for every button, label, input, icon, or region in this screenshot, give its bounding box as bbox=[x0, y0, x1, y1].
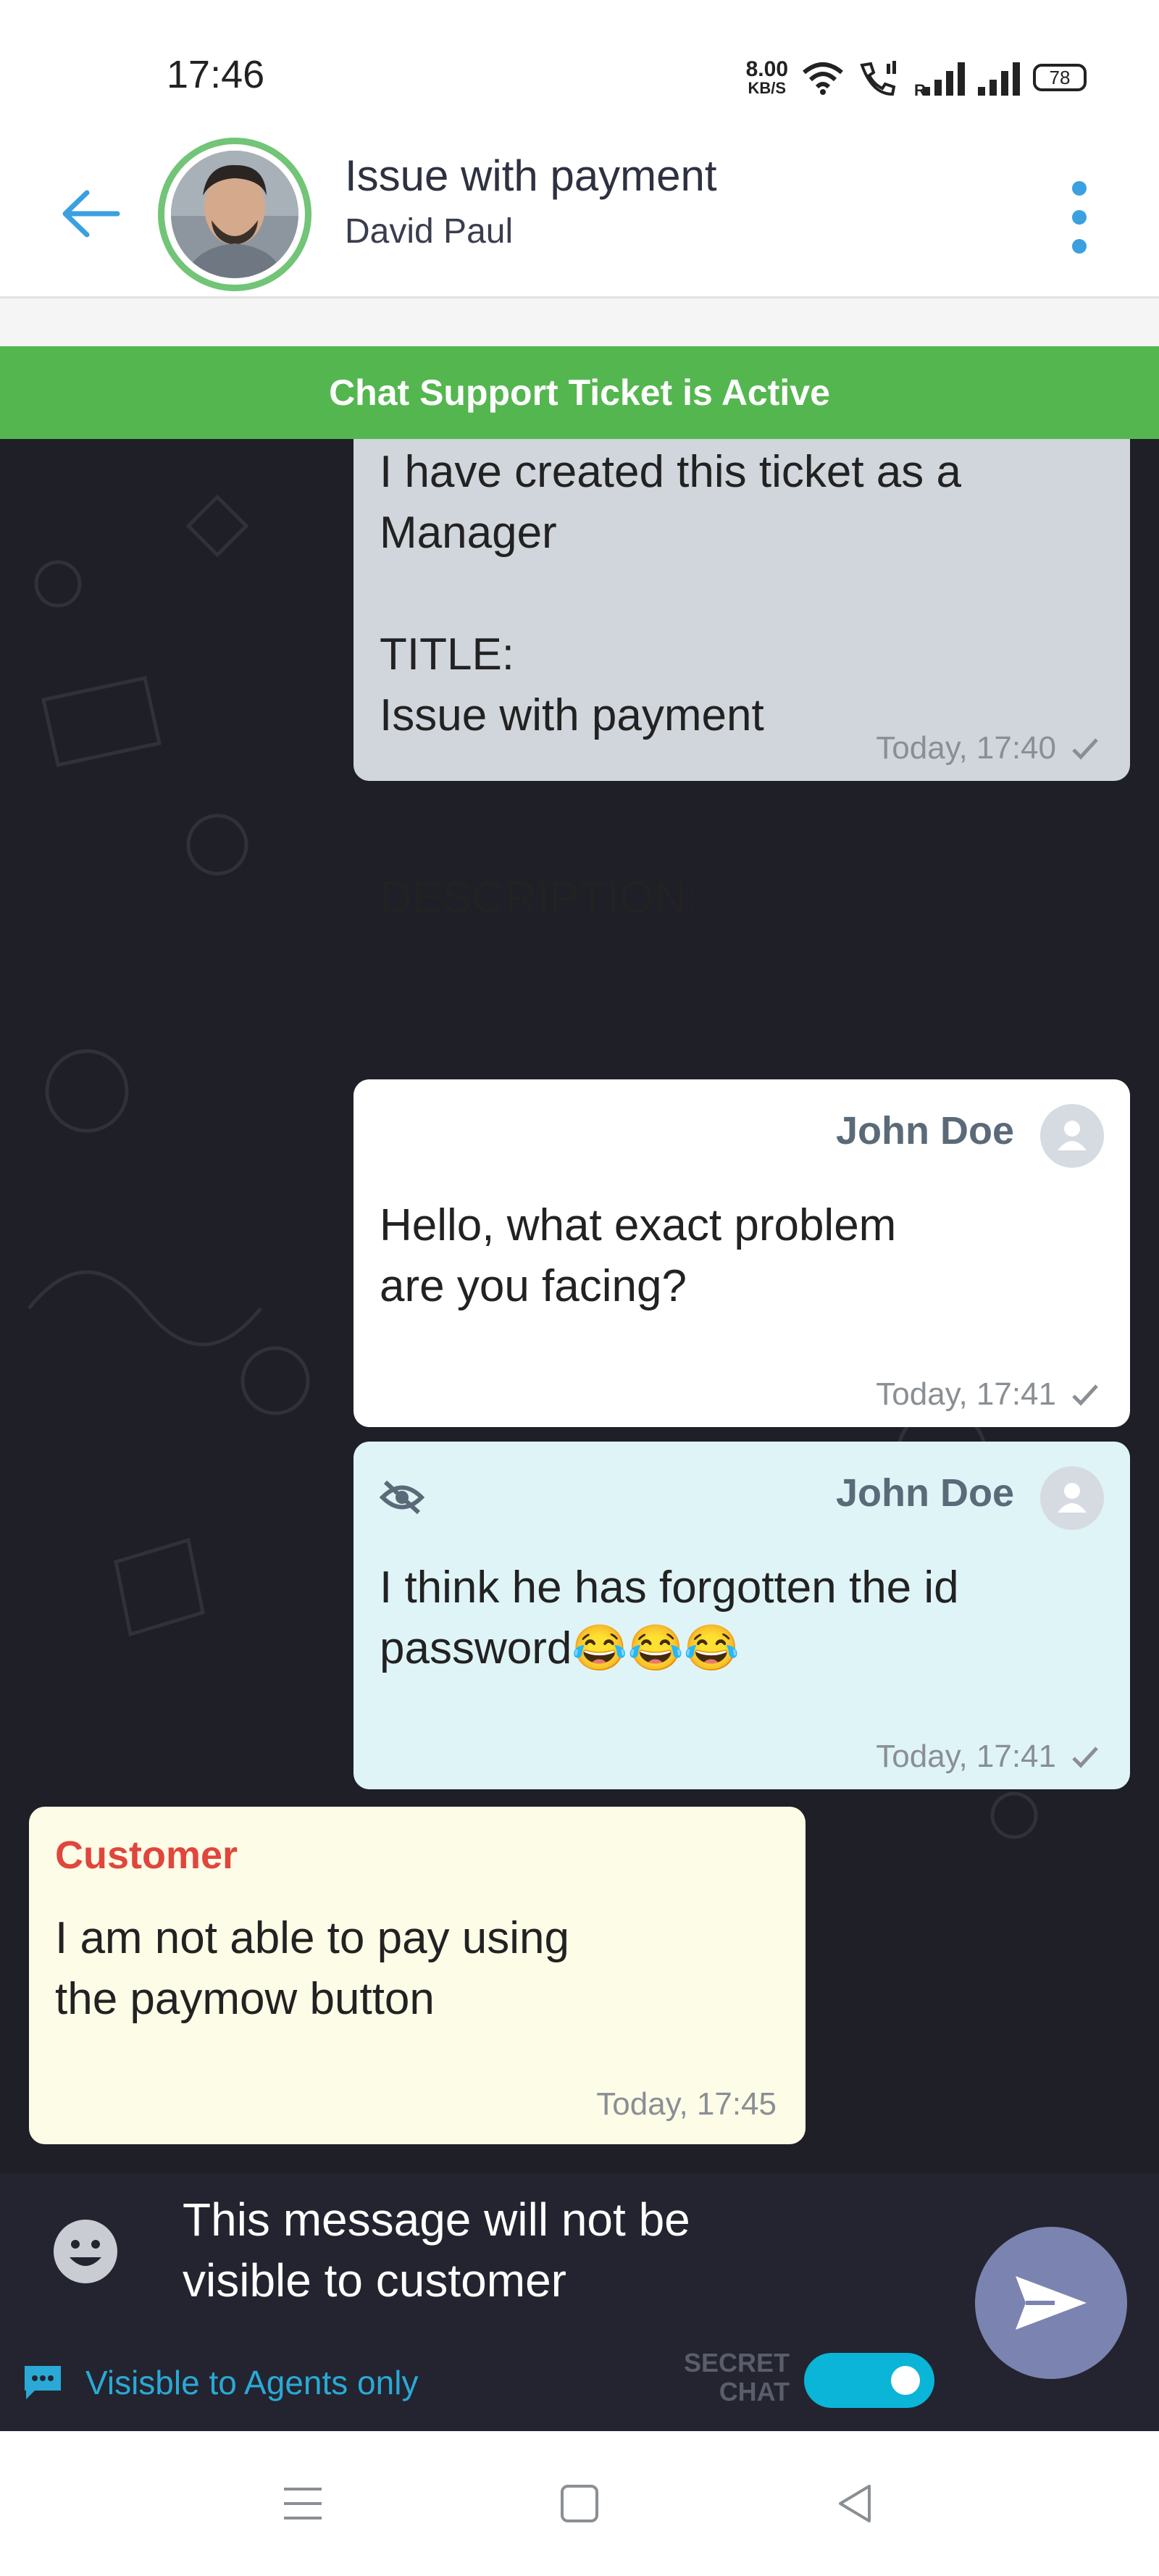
net-speed: 8.00 KB/S bbox=[746, 59, 788, 96]
menu-nav-icon[interactable] bbox=[281, 2482, 325, 2525]
message-meta: Today, 17:41 bbox=[876, 1376, 1101, 1413]
message-bubble-agent[interactable]: John Doe Hello, what exact problem are y… bbox=[353, 1079, 1130, 1427]
message-bubble-secret[interactable]: John Doe I think he has forgotten the id… bbox=[353, 1442, 1130, 1789]
chat-area[interactable]: I have created this ticket as a Manager … bbox=[0, 439, 1159, 2173]
message-text: I have created this ticket as a Manager … bbox=[380, 447, 961, 923]
chat-title: Issue with payment bbox=[345, 151, 717, 200]
user-icon bbox=[1040, 1104, 1104, 1168]
call-signal-icon bbox=[860, 61, 896, 96]
message-time: Today, 17:45 bbox=[596, 2086, 777, 2122]
message-text: I am not able to pay using the paymow bu… bbox=[55, 1913, 570, 2024]
message-meta: Today, 17:41 bbox=[876, 1739, 1101, 1775]
user-icon bbox=[1040, 1466, 1104, 1530]
visibility-label: Visisble to Agents only bbox=[85, 2364, 419, 2401]
send-button[interactable] bbox=[975, 2227, 1127, 2379]
message-time: Today, 17:41 bbox=[876, 1376, 1056, 1412]
composer: This message will not be visible to cust… bbox=[0, 2173, 1159, 2431]
ticket-status-banner: Chat Support Ticket is Active bbox=[0, 346, 1159, 439]
emoji-icon[interactable] bbox=[52, 2218, 119, 2285]
secret-chat-toggle[interactable] bbox=[804, 2353, 934, 2408]
contact-avatar[interactable] bbox=[158, 138, 311, 291]
message-time: Today, 17:41 bbox=[876, 1739, 1056, 1774]
message-bubble-customer[interactable]: Customer I am not able to pay using the … bbox=[29, 1807, 806, 2144]
net-speed-value: 8.00 bbox=[745, 57, 788, 81]
avatar-photo bbox=[171, 151, 298, 278]
status-time: 17:46 bbox=[167, 53, 265, 96]
back-arrow-icon[interactable] bbox=[58, 181, 123, 246]
header-divider bbox=[0, 298, 1159, 346]
status-icons: 8.00 KB/S R 78 bbox=[746, 52, 1087, 103]
chat-subtitle: David Paul bbox=[345, 212, 514, 251]
message-text: Hello, what exact problem are you facing… bbox=[380, 1200, 897, 1311]
battery-icon: 78 bbox=[1033, 64, 1087, 91]
toggle-knob bbox=[891, 2366, 920, 2395]
secret-chat-label: SECRET CHAT bbox=[683, 2348, 790, 2406]
chat-header: Issue with payment David Paul bbox=[0, 138, 1159, 298]
back-nav-icon[interactable] bbox=[833, 2482, 876, 2525]
message-bubble-system[interactable]: I have created this ticket as a Manager … bbox=[353, 439, 1130, 923]
message-meta: Today, 17:40 bbox=[876, 730, 1101, 766]
home-nav-icon[interactable] bbox=[558, 2482, 601, 2525]
message-text: I think he has forgotten the id password… bbox=[380, 1563, 959, 1673]
message-meta: Today, 17:45 bbox=[596, 2086, 777, 2123]
sender-name: John Doe bbox=[835, 1471, 1014, 1515]
send-icon bbox=[1016, 2276, 1087, 2330]
eye-off-icon bbox=[380, 1480, 424, 1515]
check-icon bbox=[1072, 1747, 1098, 1768]
more-options-icon[interactable] bbox=[1058, 181, 1101, 254]
signal-icon bbox=[978, 59, 1020, 96]
signal-r-icon: R bbox=[914, 59, 965, 99]
net-speed-unit: KB/S bbox=[748, 79, 787, 97]
check-icon bbox=[1072, 738, 1098, 760]
wifi-icon bbox=[803, 62, 843, 95]
sender-name: John Doe bbox=[835, 1109, 1014, 1153]
check-icon bbox=[1072, 1384, 1098, 1406]
message-input[interactable]: This message will not be visible to cust… bbox=[183, 2189, 943, 2311]
message-time: Today, 17:40 bbox=[876, 730, 1056, 766]
sender-name: Customer bbox=[55, 1833, 238, 1877]
person-photo-icon bbox=[171, 151, 298, 278]
status-bar: 17:46 8.00 KB/S R 78 bbox=[0, 0, 1159, 138]
system-nav-bar bbox=[0, 2431, 1159, 2576]
chat-bubble-icon bbox=[25, 2366, 61, 2399]
